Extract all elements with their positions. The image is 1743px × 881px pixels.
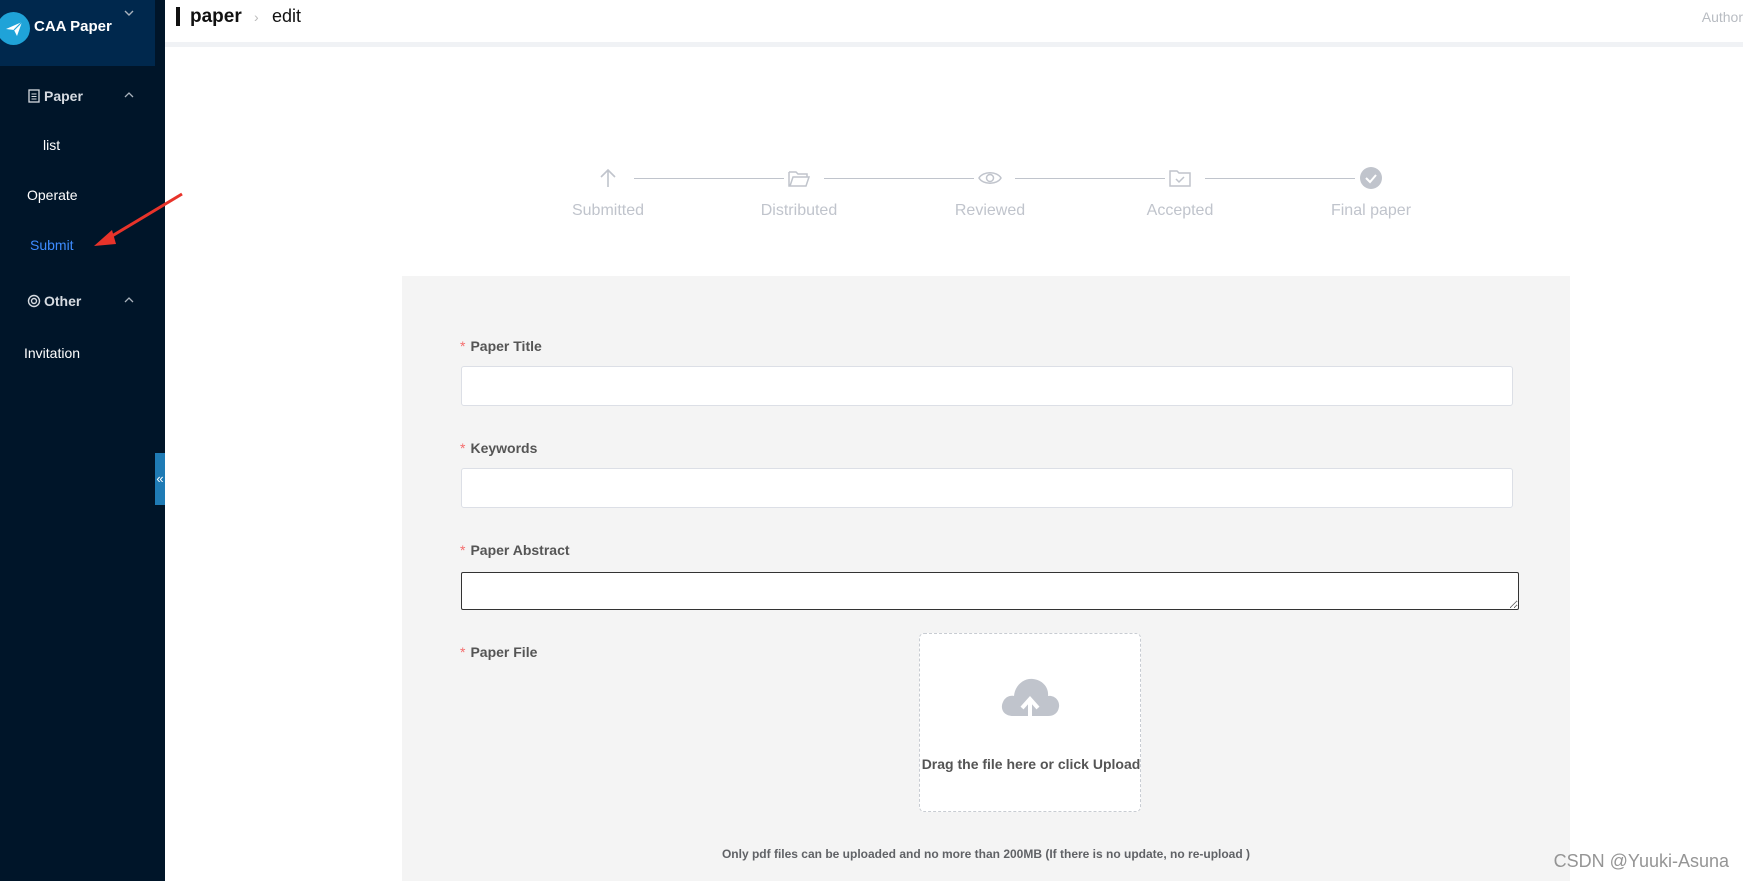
annotation-arrow-icon <box>94 192 183 246</box>
arrow-up-icon <box>600 168 616 187</box>
header: paper › edit Author <box>165 0 1743 47</box>
breadcrumb-separator-icon: › <box>254 9 259 25</box>
menu-group-paper[interactable]: Paper <box>0 81 155 111</box>
step-label: Final paper <box>1330 202 1412 219</box>
required-mark: * <box>460 644 466 660</box>
step-connector <box>634 178 784 179</box>
sidebar: CAA Paper Paper list Operate Submit Othe… <box>0 0 165 881</box>
document-icon <box>28 89 40 103</box>
step-connector <box>1205 178 1355 179</box>
upload-instruction: Drag the file here or click Upload <box>921 756 1141 772</box>
step-connector <box>824 178 974 179</box>
file-upload-dropzone[interactable]: Drag the file here or click Upload <box>919 633 1141 812</box>
required-mark: * <box>460 542 466 558</box>
step-connector <box>1015 178 1165 179</box>
chevron-down-icon[interactable] <box>122 6 136 20</box>
brand[interactable]: CAA Paper <box>0 0 155 66</box>
step-label: Accepted <box>1146 202 1214 219</box>
menu-group-other[interactable]: Other <box>0 286 155 316</box>
required-mark: * <box>460 440 466 456</box>
field-label-text: Paper Title <box>470 338 542 354</box>
breadcrumb-current: edit <box>272 6 302 26</box>
sidebar-item-label: list <box>43 137 61 153</box>
breadcrumb-marker <box>176 7 180 26</box>
sidebar-item-invitation[interactable]: Invitation <box>0 338 155 368</box>
paper-plane-icon <box>0 12 30 45</box>
field-label-text: Paper Abstract <box>470 542 570 558</box>
sidebar-item-label: Operate <box>27 187 78 203</box>
folder-open-icon <box>788 171 811 187</box>
required-mark: * <box>460 338 466 354</box>
sidebar-item-list[interactable]: list <box>0 130 155 160</box>
watermark: CSDN @Yuuki-Asuna <box>1553 851 1729 871</box>
menu-group-label: Paper <box>44 88 83 104</box>
chevron-up-icon <box>124 297 134 303</box>
eye-icon <box>978 172 1002 184</box>
cloud-upload-icon <box>1001 678 1060 718</box>
sidebar-item-label: Invitation <box>24 345 81 361</box>
menu-group-label: Other <box>44 293 82 309</box>
folder-check-icon <box>1169 170 1191 187</box>
paper-title-input[interactable] <box>461 366 1513 406</box>
breadcrumb-root[interactable]: paper <box>190 6 242 28</box>
paper-title-label: * Paper Title <box>460 338 542 354</box>
progress-steps: Submitted Distributed Reviewed Accepted … <box>560 160 1460 230</box>
step-label: Reviewed <box>954 202 1026 219</box>
step-label: Distributed <box>760 202 838 219</box>
circle-icon <box>27 294 41 308</box>
keywords-input[interactable] <box>461 468 1513 508</box>
field-label-text: Keywords <box>470 440 538 456</box>
paper-abstract-label: * Paper Abstract <box>460 542 570 558</box>
check-circle-icon <box>1360 167 1382 189</box>
step-label: Submitted <box>571 202 645 219</box>
keywords-label: * Keywords <box>460 440 537 456</box>
submit-form: * Paper Title * Keywords * Paper Abstract *… <box>402 276 1570 881</box>
paper-abstract-textarea[interactable] <box>461 572 1519 610</box>
collapse-sidebar-button[interactable]: « <box>155 453 165 505</box>
user-menu[interactable]: Author <box>1702 9 1743 25</box>
brand-name: CAA Paper <box>34 18 112 35</box>
paper-file-label: * Paper File <box>460 644 537 660</box>
sidebar-item-label: Submit <box>30 237 74 253</box>
app-root: CAA Paper Paper list Operate Submit Othe… <box>0 0 1743 881</box>
chevron-up-icon <box>124 92 134 98</box>
upload-hint: Only pdf files can be uploaded and no mo… <box>721 847 1251 861</box>
field-label-text: Paper File <box>470 644 538 660</box>
